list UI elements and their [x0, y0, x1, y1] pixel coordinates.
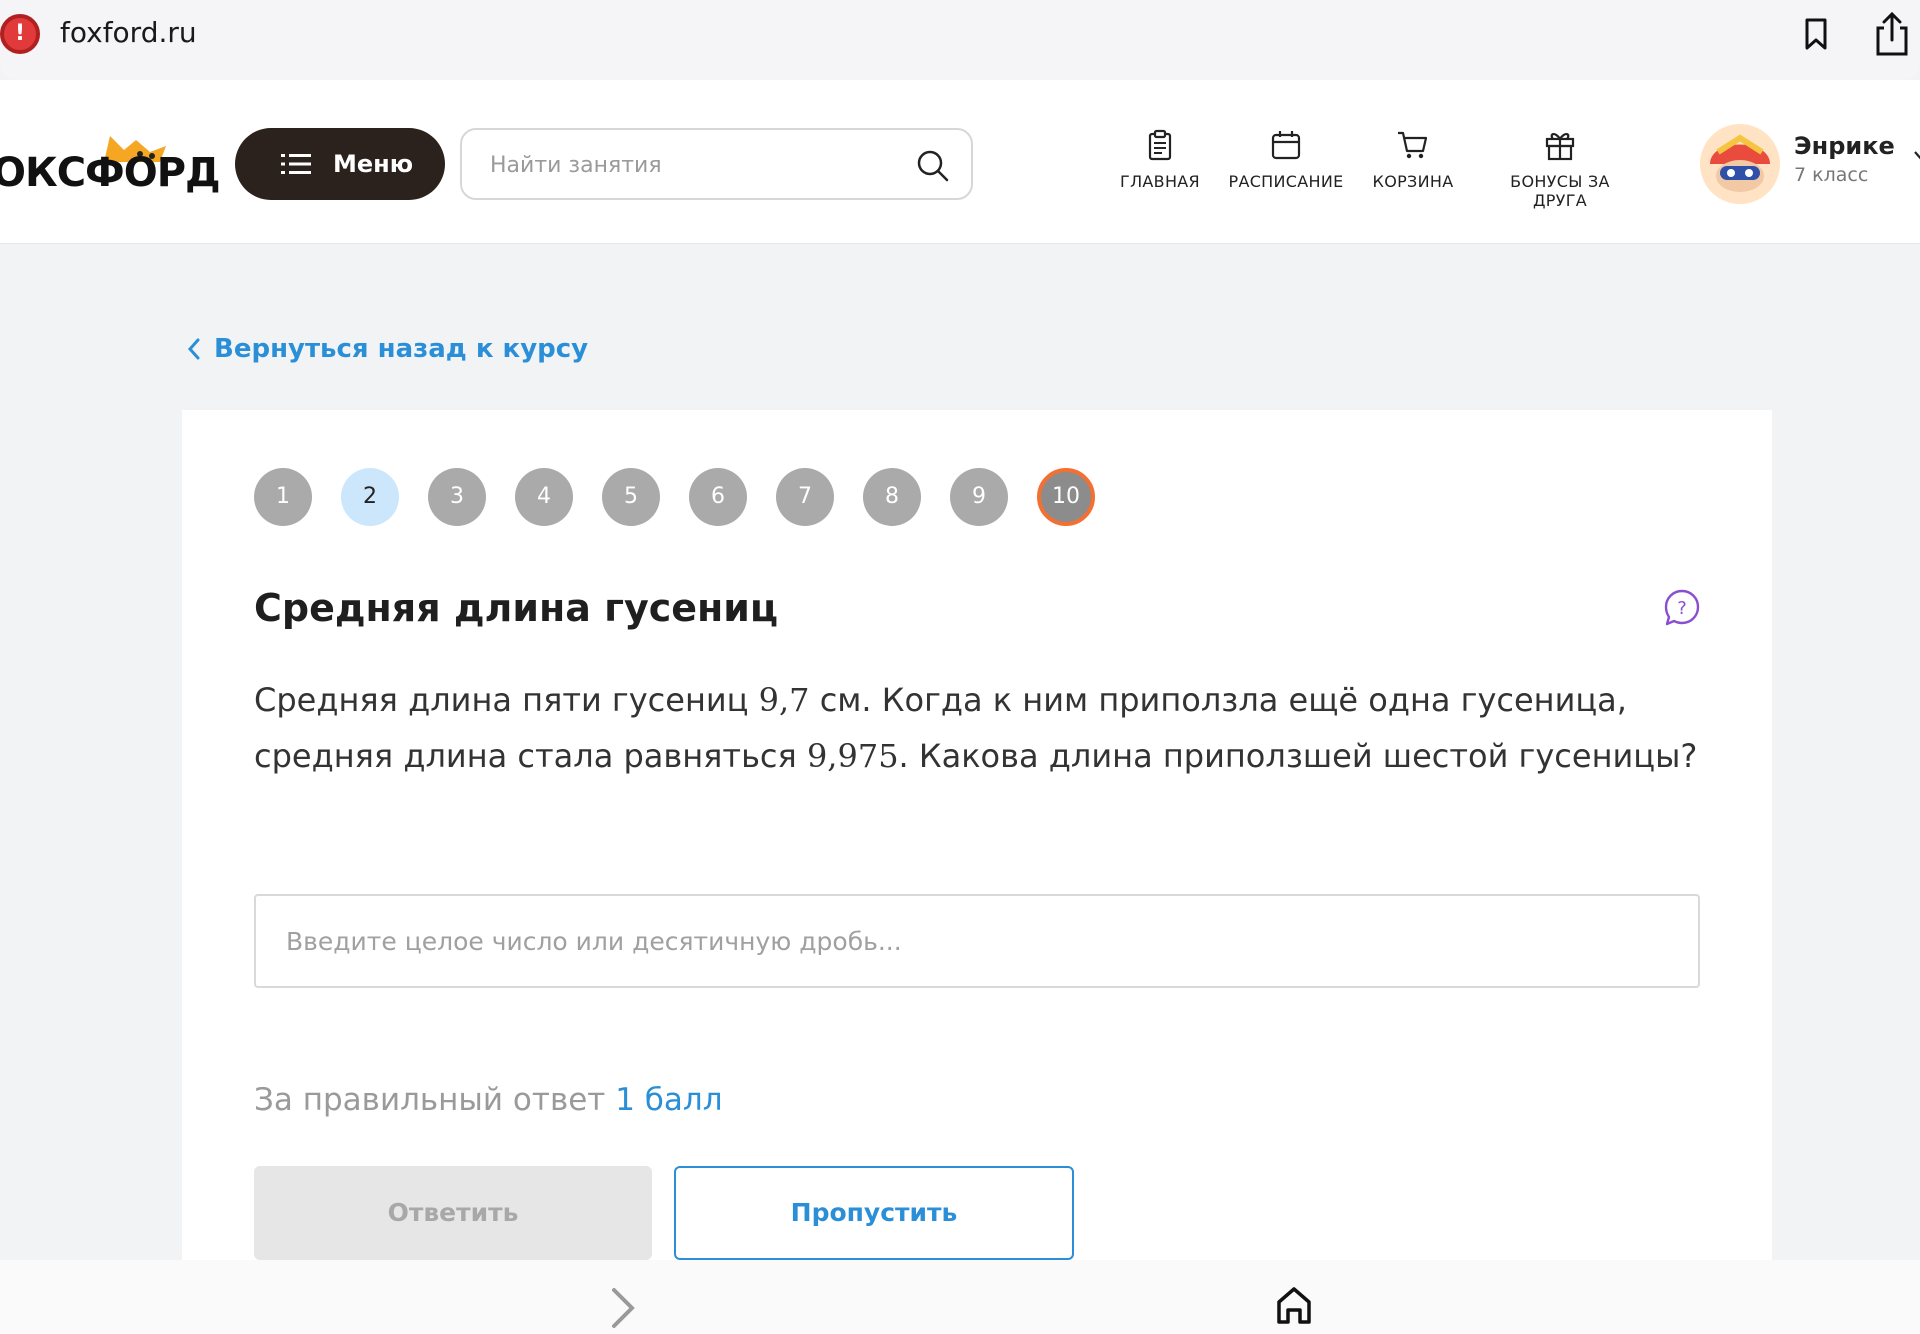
nav-home-label: ГЛАВНАЯ: [1120, 172, 1200, 191]
site-header: ОКСФОРД Меню ГЛАВНАЯ: [0, 80, 1920, 244]
nav-cart-label: КОРЗИНА: [1372, 172, 1454, 191]
menu-list-icon: [281, 154, 311, 174]
task-text-part: Средняя длина пяти гусениц: [254, 681, 759, 719]
profile-name: Энрике: [1794, 132, 1895, 160]
chevron-left-icon: [187, 338, 200, 360]
task-text-part: . Какова длина приползшей шестой гусениц…: [898, 737, 1698, 775]
submit-answer-button[interactable]: Ответить: [254, 1166, 652, 1260]
logo[interactable]: ОКСФОРД: [0, 132, 221, 196]
forward-icon[interactable]: [608, 1286, 640, 1330]
avatar-image: [1700, 124, 1780, 204]
calendar-icon: [1271, 131, 1301, 160]
step-6[interactable]: 6: [689, 468, 747, 526]
step-9[interactable]: 9: [950, 468, 1008, 526]
score-info: За правильный ответ 1 балл: [254, 1082, 723, 1118]
score-prefix: За правильный ответ: [254, 1082, 606, 1118]
gift-icon: [1545, 133, 1575, 161]
avatar: [1700, 124, 1780, 204]
nav-home[interactable]: ГЛАВНАЯ: [1118, 128, 1202, 208]
search-input[interactable]: [490, 148, 890, 182]
nav-cart[interactable]: КОРЗИНА: [1370, 128, 1456, 208]
step-7[interactable]: 7: [776, 468, 834, 526]
step-3[interactable]: 3: [428, 468, 486, 526]
browser-address-bar: ! foxford.ru: [0, 0, 1920, 80]
nav-schedule-label: РАСПИСАНИЕ: [1228, 172, 1344, 191]
search-box[interactable]: [460, 128, 973, 200]
task-title: Средняя длина гусениц: [254, 586, 779, 630]
task-number: 9,7: [758, 681, 810, 719]
task-number: 9,975: [806, 737, 899, 775]
answer-input[interactable]: [254, 894, 1700, 988]
skip-button[interactable]: Пропустить: [674, 1166, 1074, 1260]
clipboard-icon: [1148, 129, 1172, 161]
profile-grade: 7 класс: [1794, 164, 1869, 186]
back-link-label: Вернуться назад к курсу: [214, 334, 589, 364]
cart-icon: [1398, 131, 1428, 159]
profile-menu[interactable]: Энрике 7 класс: [1700, 124, 1920, 204]
step-4[interactable]: 4: [515, 468, 573, 526]
share-icon[interactable]: [1872, 10, 1912, 58]
task-text: Средняя длина пяти гусениц 9,7 см. Когда…: [254, 672, 1704, 784]
menu-label: Меню: [333, 150, 414, 178]
step-8[interactable]: 8: [863, 468, 921, 526]
score-value: 1 балл: [615, 1082, 723, 1118]
nav-schedule[interactable]: РАСПИСАНИЕ: [1228, 128, 1344, 208]
browser-bottom-toolbar: [0, 1260, 1920, 1334]
svg-text:?: ?: [1677, 598, 1687, 619]
home-icon[interactable]: [1274, 1284, 1314, 1328]
menu-button[interactable]: Меню: [235, 128, 445, 200]
step-10[interactable]: 10: [1037, 468, 1095, 526]
bookmark-icon[interactable]: [1798, 16, 1834, 52]
back-to-course-link[interactable]: Вернуться назад к курсу: [186, 334, 588, 364]
chevron-down-icon[interactable]: [1912, 146, 1920, 166]
logo-text: ОКСФОРД: [0, 150, 221, 196]
nav-bonuses-label: БОНУСЫ ЗА ДРУГА: [1510, 172, 1610, 210]
step-5[interactable]: 5: [602, 468, 660, 526]
help-chat-icon[interactable]: ?: [1662, 588, 1702, 628]
url-text[interactable]: foxford.ru: [60, 16, 197, 49]
nav-bonuses[interactable]: БОНУСЫ ЗА ДРУГА: [1482, 128, 1638, 210]
step-1[interactable]: 1: [254, 468, 312, 526]
site-warning-icon[interactable]: !: [0, 14, 40, 54]
search-icon[interactable]: [915, 148, 951, 184]
task-card: 1 2 3 4 5 6 7 8 9 10 Средняя длина гусен…: [182, 410, 1772, 1260]
step-navigator: 1 2 3 4 5 6 7 8 9 10: [254, 468, 1124, 526]
step-2[interactable]: 2: [341, 468, 399, 526]
